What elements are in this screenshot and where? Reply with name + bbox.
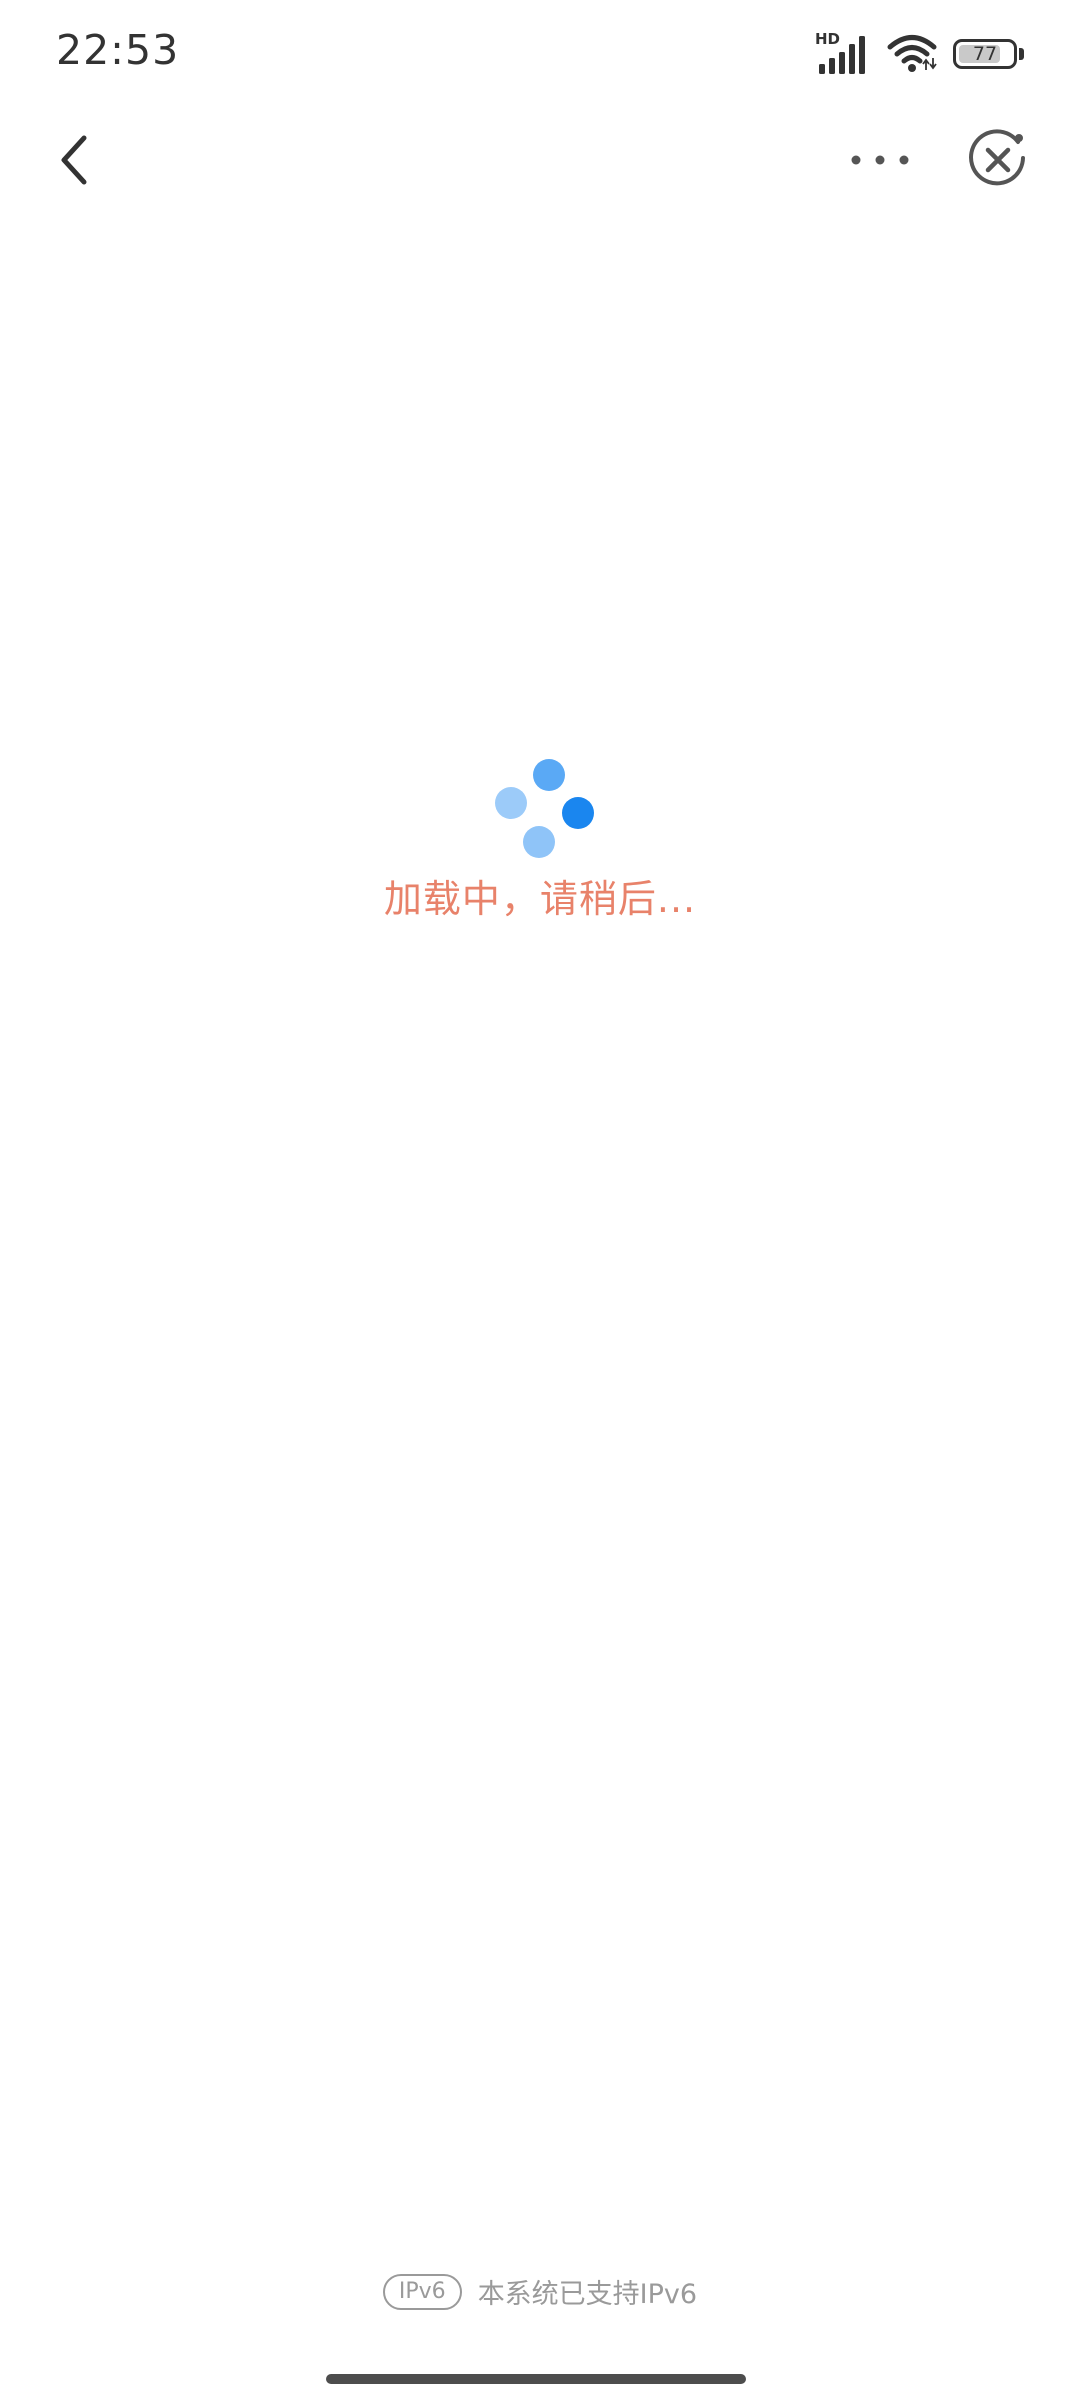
status-bar: 22:53 HD 77 [0, 0, 1080, 100]
ipv6-support-text: 本系统已支持IPv6 [477, 2279, 698, 2310]
status-icons: HD 77 [815, 30, 1024, 78]
spinner-dot-top [533, 759, 565, 791]
battery-tip [1019, 48, 1024, 60]
wifi-icon [887, 34, 937, 74]
close-circle-icon [969, 129, 1025, 186]
more-dots-icon [851, 155, 909, 165]
nav-bar [0, 100, 1080, 220]
close-button[interactable] [960, 122, 1036, 198]
loading-text: 加载中，请稍后... [383, 877, 697, 921]
back-button[interactable] [36, 122, 112, 198]
loading-spinner [480, 745, 600, 865]
signal-icon: HD [815, 32, 871, 76]
status-time: 22:53 [56, 26, 180, 74]
footer: IPv6 本系统已支持IPv6 [0, 2272, 1080, 2311]
ipv6-badge: IPv6 [382, 2273, 462, 2310]
spinner-dot-bottom [523, 826, 555, 858]
battery-level: 77 [972, 43, 998, 65]
battery-icon: 77 [953, 39, 1017, 69]
home-indicator[interactable] [326, 2374, 746, 2384]
spinner-dot-right [562, 797, 594, 829]
back-arrow-icon [61, 135, 87, 185]
more-button[interactable] [840, 122, 920, 198]
spinner-dot-left [495, 787, 527, 819]
